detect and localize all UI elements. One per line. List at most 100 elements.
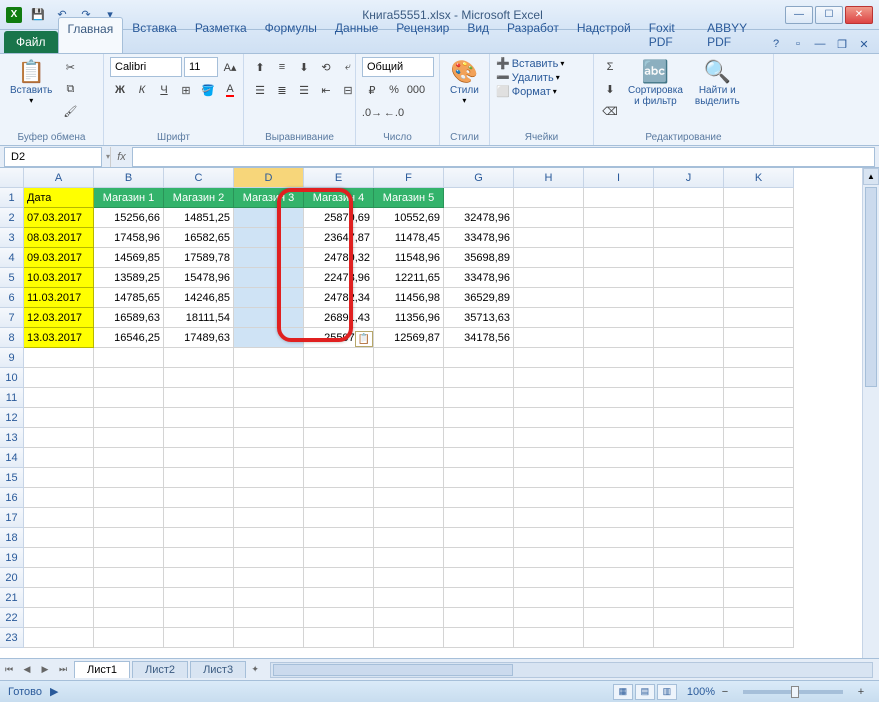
cell-E15[interactable] [304, 468, 374, 488]
cell-A2[interactable]: 07.03.2017 [24, 208, 94, 228]
cell-C4[interactable]: 17589,78 [164, 248, 234, 268]
cell-C11[interactable] [164, 388, 234, 408]
row-header-10[interactable]: 10 [0, 368, 24, 388]
cell-G23[interactable] [444, 628, 514, 648]
doc-restore-button[interactable]: ❐ [833, 35, 851, 53]
cell-A21[interactable] [24, 588, 94, 608]
cell-I9[interactable] [584, 348, 654, 368]
column-header-I[interactable]: I [584, 168, 654, 188]
cell-D9[interactable] [234, 348, 304, 368]
row-header-23[interactable]: 23 [0, 628, 24, 648]
cell-F11[interactable] [374, 388, 444, 408]
cell-H15[interactable] [514, 468, 584, 488]
cell-G19[interactable] [444, 548, 514, 568]
cell-B8[interactable]: 16546,25 [94, 328, 164, 348]
cell-G4[interactable]: 35698,89 [444, 248, 514, 268]
cell-H6[interactable] [514, 288, 584, 308]
cell-D11[interactable] [234, 388, 304, 408]
cell-A20[interactable] [24, 568, 94, 588]
cell-E16[interactable] [304, 488, 374, 508]
cell-J16[interactable] [654, 488, 724, 508]
cell-F14[interactable] [374, 448, 444, 468]
cell-H10[interactable] [514, 368, 584, 388]
cell-C13[interactable] [164, 428, 234, 448]
row-header-1[interactable]: 1 [0, 188, 24, 208]
row-header-6[interactable]: 6 [0, 288, 24, 308]
cell-J12[interactable] [654, 408, 724, 428]
cell-K17[interactable] [724, 508, 794, 528]
save-button[interactable]: 💾 [28, 5, 48, 25]
cell-A3[interactable]: 08.03.2017 [24, 228, 94, 248]
column-header-E[interactable]: E [304, 168, 374, 188]
orientation-button[interactable]: ⟲ [316, 57, 336, 77]
cell-K11[interactable] [724, 388, 794, 408]
cell-J20[interactable] [654, 568, 724, 588]
cell-E13[interactable] [304, 428, 374, 448]
cell-J4[interactable] [654, 248, 724, 268]
cell-H18[interactable] [514, 528, 584, 548]
cell-E1[interactable]: Магазин 4 [304, 188, 374, 208]
cell-G3[interactable]: 33478,96 [444, 228, 514, 248]
page-break-view-button[interactable]: ▥ [657, 684, 677, 700]
cell-D3[interactable] [234, 228, 304, 248]
cell-F10[interactable] [374, 368, 444, 388]
cell-K2[interactable] [724, 208, 794, 228]
formula-input[interactable] [132, 147, 875, 167]
cell-G16[interactable] [444, 488, 514, 508]
cell-I2[interactable] [584, 208, 654, 228]
zoom-out-button[interactable]: − [715, 682, 735, 702]
cell-A10[interactable] [24, 368, 94, 388]
column-header-C[interactable]: C [164, 168, 234, 188]
cell-I5[interactable] [584, 268, 654, 288]
cell-F9[interactable] [374, 348, 444, 368]
cell-G17[interactable] [444, 508, 514, 528]
merge-button[interactable]: ⊟ [338, 80, 358, 100]
autosum-button[interactable]: Σ [600, 57, 620, 77]
cell-J22[interactable] [654, 608, 724, 628]
currency-button[interactable]: ₽ [362, 80, 382, 100]
cell-C18[interactable] [164, 528, 234, 548]
scroll-up-button[interactable]: ▲ [863, 168, 879, 185]
cell-D23[interactable] [234, 628, 304, 648]
cell-G22[interactable] [444, 608, 514, 628]
cell-A4[interactable]: 09.03.2017 [24, 248, 94, 268]
row-header-22[interactable]: 22 [0, 608, 24, 628]
cell-H1[interactable] [514, 188, 584, 208]
cell-H13[interactable] [514, 428, 584, 448]
cell-E23[interactable] [304, 628, 374, 648]
increase-decimal-button[interactable]: .0→ [362, 103, 382, 123]
cell-C2[interactable]: 14851,25 [164, 208, 234, 228]
cell-F23[interactable] [374, 628, 444, 648]
zoom-level[interactable]: 100% [687, 686, 715, 698]
cell-J23[interactable] [654, 628, 724, 648]
cell-J21[interactable] [654, 588, 724, 608]
cell-E12[interactable] [304, 408, 374, 428]
font-name-combo[interactable]: Calibri [110, 57, 182, 77]
cell-H4[interactable] [514, 248, 584, 268]
cell-D2[interactable] [234, 208, 304, 228]
cell-E10[interactable] [304, 368, 374, 388]
cell-B12[interactable] [94, 408, 164, 428]
cell-G10[interactable] [444, 368, 514, 388]
cell-H14[interactable] [514, 448, 584, 468]
minimize-button[interactable]: — [785, 6, 813, 24]
cell-G2[interactable]: 32478,96 [444, 208, 514, 228]
format-cells-button[interactable]: Формат [512, 86, 551, 98]
column-header-A[interactable]: A [24, 168, 94, 188]
cell-I17[interactable] [584, 508, 654, 528]
tab-разметка[interactable]: Разметка [186, 17, 256, 53]
row-header-9[interactable]: 9 [0, 348, 24, 368]
cell-E18[interactable] [304, 528, 374, 548]
cell-B13[interactable] [94, 428, 164, 448]
cell-I19[interactable] [584, 548, 654, 568]
cell-B20[interactable] [94, 568, 164, 588]
cell-B3[interactable]: 17458,96 [94, 228, 164, 248]
cell-A13[interactable] [24, 428, 94, 448]
cell-K5[interactable] [724, 268, 794, 288]
cell-H8[interactable] [514, 328, 584, 348]
cell-J1[interactable] [654, 188, 724, 208]
cell-E9[interactable] [304, 348, 374, 368]
fill-color-button[interactable]: 🪣 [198, 80, 218, 100]
cell-J8[interactable] [654, 328, 724, 348]
cell-D10[interactable] [234, 368, 304, 388]
